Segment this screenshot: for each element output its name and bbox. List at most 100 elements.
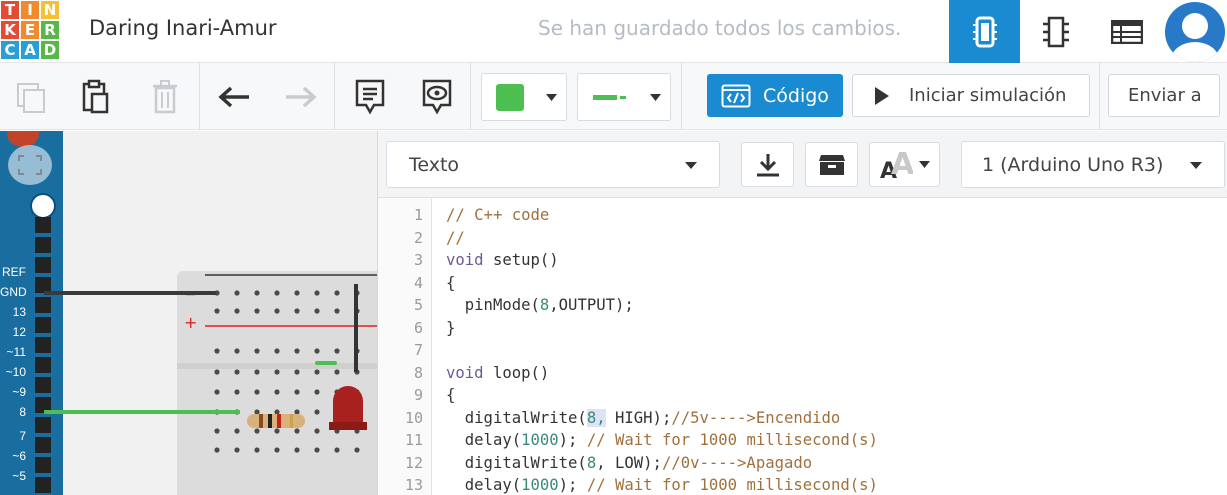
- breadboard-hole[interactable]: [254, 348, 260, 354]
- header-pin[interactable]: [35, 297, 51, 313]
- breadboard-hole[interactable]: [214, 389, 220, 395]
- code-line[interactable]: //: [446, 229, 465, 247]
- user-avatar[interactable]: [1165, 2, 1225, 62]
- header-pin[interactable]: [35, 257, 51, 273]
- breadboard-hole[interactable]: [314, 369, 320, 375]
- breadboard-hole[interactable]: [254, 447, 260, 453]
- device-dropdown[interactable]: 1 (Arduino Uno R3): [961, 141, 1225, 188]
- breadboard-hole[interactable]: [234, 369, 240, 375]
- header-pin[interactable]: [35, 417, 51, 433]
- breadboard-hole[interactable]: [314, 428, 320, 434]
- schematic-view-button[interactable]: [1020, 0, 1091, 63]
- code-line[interactable]: {: [446, 274, 455, 292]
- breadboard-hole[interactable]: [234, 348, 240, 354]
- header-pin[interactable]: [35, 377, 51, 393]
- breadboard-hole[interactable]: [334, 369, 340, 375]
- header-pin[interactable]: [35, 317, 51, 333]
- header-pin[interactable]: [35, 217, 51, 233]
- circuit-canvas[interactable]: REF GND 13 12 ~11 ~10 ~9 8 7 ~6 ~5 − +: [0, 131, 377, 495]
- breadboard-hole[interactable]: [214, 447, 220, 453]
- code-line[interactable]: digitalWrite(8, HIGH);//5v---->Encendido: [446, 408, 840, 427]
- code-mode-dropdown[interactable]: Texto: [386, 141, 720, 188]
- breadboard-hole[interactable]: [254, 308, 260, 314]
- code-line[interactable]: delay(1000); // Wait for 1000 millisecon…: [446, 476, 878, 494]
- breadboard-hole[interactable]: [214, 428, 220, 434]
- breadboard-hole[interactable]: [294, 389, 300, 395]
- breadboard-hole[interactable]: [214, 348, 220, 354]
- breadboard-hole[interactable]: [254, 389, 260, 395]
- circuit-view-button[interactable]: [949, 0, 1020, 63]
- breadboard-hole[interactable]: [334, 290, 340, 296]
- wire-type-dropdown[interactable]: [577, 73, 671, 121]
- code-line[interactable]: // C++ code: [446, 206, 549, 224]
- code-line[interactable]: void loop(): [446, 364, 549, 382]
- breadboard-hole[interactable]: [254, 290, 260, 296]
- breadboard-hole[interactable]: [294, 428, 300, 434]
- red-led[interactable]: [333, 386, 363, 426]
- fit-view-button[interactable]: [8, 145, 52, 185]
- breadboard-hole[interactable]: [234, 389, 240, 395]
- resistor[interactable]: [247, 414, 305, 428]
- header-pin[interactable]: [35, 437, 51, 453]
- component-list-view-button[interactable]: [1091, 0, 1162, 63]
- breadboard-hole[interactable]: [234, 290, 240, 296]
- breadboard-hole[interactable]: [334, 348, 340, 354]
- code-button[interactable]: Código: [707, 74, 843, 117]
- breadboard-hole[interactable]: [294, 308, 300, 314]
- paste-button[interactable]: [72, 63, 118, 130]
- breadboard-hole[interactable]: [234, 428, 240, 434]
- breadboard-hole[interactable]: [254, 428, 260, 434]
- tinkercad-logo[interactable]: TINKERCAD: [0, 0, 60, 60]
- breadboard-hole[interactable]: [314, 290, 320, 296]
- send-to-button[interactable]: Enviar a: [1108, 74, 1220, 117]
- breadboard-hole[interactable]: [294, 290, 300, 296]
- breadboard-hole[interactable]: [314, 348, 320, 354]
- header-pin[interactable]: [35, 477, 51, 493]
- breadboard-hole[interactable]: [294, 447, 300, 453]
- pin8-wire[interactable]: [44, 410, 240, 414]
- header-pin[interactable]: [35, 337, 51, 353]
- breadboard-hole[interactable]: [234, 447, 240, 453]
- breadboard-hole[interactable]: [314, 308, 320, 314]
- font-size-dropdown[interactable]: A A: [869, 142, 940, 187]
- project-title[interactable]: Daring Inari-Amur: [89, 16, 277, 40]
- start-simulation-button[interactable]: Iniciar simulación: [852, 74, 1090, 117]
- breadboard-hole[interactable]: [274, 389, 280, 395]
- breadboard-hole[interactable]: [334, 308, 340, 314]
- code-line[interactable]: digitalWrite(8, LOW);//0v---->Apagado: [446, 454, 812, 472]
- breadboard-hole[interactable]: [354, 447, 360, 453]
- notes-button[interactable]: [347, 63, 393, 130]
- arduino-board[interactable]: REF GND 13 12 ~11 ~10 ~9 8 7 ~6 ~5: [0, 131, 63, 495]
- breadboard-hole[interactable]: [274, 290, 280, 296]
- fill-color-dropdown[interactable]: [481, 73, 567, 121]
- breadboard-hole[interactable]: [314, 389, 320, 395]
- breadboard-hole[interactable]: [314, 447, 320, 453]
- delete-button[interactable]: [142, 63, 188, 130]
- header-pin[interactable]: [35, 237, 51, 253]
- code-line[interactable]: delay(1000); // Wait for 1000 millisecon…: [446, 431, 878, 449]
- libraries-button[interactable]: [805, 142, 858, 187]
- download-code-button[interactable]: [741, 142, 794, 187]
- breadboard-hole[interactable]: [234, 308, 240, 314]
- breadboard[interactable]: − +: [177, 271, 377, 495]
- notes-visibility-button[interactable]: [414, 63, 460, 130]
- code-line[interactable]: {: [446, 386, 455, 404]
- breadboard-hole[interactable]: [214, 308, 220, 314]
- copy-button[interactable]: [8, 63, 54, 130]
- code-line[interactable]: pinMode(8,OUTPUT);: [446, 296, 634, 314]
- undo-button[interactable]: [212, 63, 258, 130]
- breadboard-hole[interactable]: [274, 428, 280, 434]
- breadboard-hole[interactable]: [274, 348, 280, 354]
- breadboard-hole[interactable]: [214, 369, 220, 375]
- breadboard-hole[interactable]: [314, 409, 320, 415]
- black-wire-vertical[interactable]: [354, 284, 358, 372]
- header-pin[interactable]: [35, 457, 51, 473]
- breadboard-hole[interactable]: [294, 369, 300, 375]
- code-line[interactable]: }: [446, 319, 455, 337]
- gnd-wire[interactable]: [44, 291, 216, 295]
- breadboard-hole[interactable]: [294, 348, 300, 354]
- breadboard-hole[interactable]: [274, 447, 280, 453]
- breadboard-hole[interactable]: [274, 369, 280, 375]
- green-jumper-wire[interactable]: [315, 361, 337, 365]
- breadboard-hole[interactable]: [254, 369, 260, 375]
